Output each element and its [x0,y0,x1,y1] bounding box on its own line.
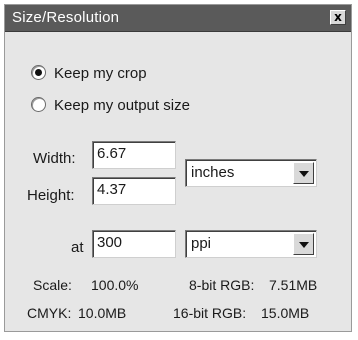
resolution-unit-value: ppi [191,235,212,252]
radio-checked-icon[interactable] [31,65,46,80]
resolution-at-label: at [71,239,84,256]
chevron-down-icon[interactable] [293,162,314,184]
size-resolution-panel: Size/Resolution x Keep my crop Keep my o… [4,4,352,332]
radio-unchecked-icon[interactable] [31,97,46,112]
panel-title: Size/Resolution [12,9,120,26]
width-label: Width: [33,150,76,167]
height-input[interactable]: 4.37 [92,177,176,205]
chevron-down-icon[interactable] [293,233,314,255]
keep-output-size-label: Keep my output size [54,97,190,114]
scale-label: Scale: [33,277,72,293]
cmyk-label: CMYK: [27,305,72,321]
dimension-unit-value: inches [191,164,235,181]
cmyk-value: 10.0MB [78,305,127,321]
resolution-input[interactable]: 300 [92,230,176,258]
dimension-unit-select[interactable]: inches [185,159,317,187]
scale-value: 100.0% [91,277,139,293]
rgb16-label: 16-bit RGB: [173,305,247,321]
keep-crop-label: Keep my crop [54,65,147,82]
rgb8-label: 8-bit RGB: [189,277,255,293]
width-input[interactable]: 6.67 [92,141,176,169]
title-bar[interactable]: Size/Resolution x [5,5,351,32]
height-label: Height: [27,187,75,204]
rgb8-value: 7.51MB [269,277,318,293]
rgb16-value: 15.0MB [261,305,310,321]
close-button[interactable]: x [330,10,346,25]
keep-output-size-option[interactable]: Keep my output size [31,97,190,114]
keep-crop-option[interactable]: Keep my crop [31,65,147,82]
resolution-unit-select[interactable]: ppi [185,230,317,258]
close-icon: x [334,10,342,24]
